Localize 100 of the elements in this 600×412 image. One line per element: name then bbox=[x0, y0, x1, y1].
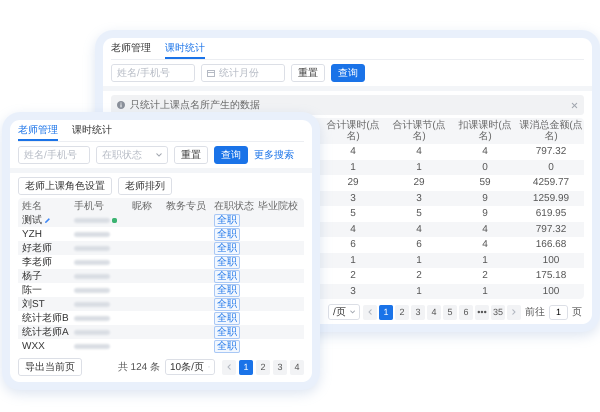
page-size-select[interactable]: /页 bbox=[328, 304, 360, 320]
table-cell-text: 9 bbox=[481, 192, 489, 206]
redacted-block bbox=[74, 330, 110, 334]
status-tag: 全职 bbox=[214, 284, 240, 296]
previous-page-button[interactable] bbox=[222, 360, 236, 374]
column-header: 课消总金额(点名) bbox=[518, 120, 584, 142]
page-button[interactable]: 5 bbox=[443, 304, 457, 320]
table-cell-text: 1259.99 bbox=[532, 192, 570, 206]
tab[interactable]: 课时统计 bbox=[165, 38, 205, 59]
column-header: 手机号 bbox=[74, 200, 105, 212]
table-cell-text: 1 bbox=[415, 160, 423, 175]
table-cell-text: 2 bbox=[349, 269, 357, 284]
tab[interactable]: 老师管理 bbox=[18, 120, 58, 141]
table-cell-text: 5 bbox=[349, 207, 357, 222]
table-cell-text: 1 bbox=[415, 254, 423, 268]
status-tag: 全职 bbox=[214, 256, 240, 268]
table-cell-text: 100 bbox=[542, 254, 560, 268]
status-tag: 全职 bbox=[214, 340, 240, 352]
column-header: 合计课节(点名) bbox=[391, 120, 447, 142]
redacted-block bbox=[74, 232, 110, 236]
goto-page-field[interactable]: 1 bbox=[549, 304, 568, 320]
table-cell-text: 4 bbox=[349, 222, 357, 237]
column-header: 教务专员 bbox=[166, 200, 207, 212]
table-cell-text: 0 bbox=[481, 160, 489, 175]
table-cell-text: 1 bbox=[415, 284, 423, 299]
query-button[interactable]: 查询 bbox=[214, 146, 248, 164]
page-button[interactable]: 3 bbox=[273, 360, 287, 374]
table-cell-text: 4 bbox=[349, 145, 357, 160]
table-cell-text: 2 bbox=[415, 269, 423, 284]
page-suffix: 页 bbox=[572, 306, 582, 319]
table-cell-text: 杨子 bbox=[22, 270, 42, 283]
table-cell-text: 4 bbox=[415, 222, 423, 237]
previous-page-button[interactable] bbox=[363, 304, 377, 320]
name-search-field[interactable]: 姓名/手机号 bbox=[18, 146, 90, 164]
redacted-block bbox=[74, 302, 110, 306]
status-tag: 全职 bbox=[214, 228, 240, 240]
table-cell-text: 175.18 bbox=[534, 269, 568, 284]
table-cell-text: 797.32 bbox=[534, 145, 568, 160]
page-button[interactable]: 6 bbox=[459, 304, 473, 320]
column-header: 姓名 bbox=[22, 200, 43, 212]
page-size-select[interactable]: 10条/页 bbox=[165, 359, 215, 375]
tab[interactable]: 课时统计 bbox=[72, 120, 112, 141]
page-button[interactable]: 2 bbox=[395, 304, 409, 320]
table-cell-text: 3 bbox=[415, 192, 423, 206]
chevron-left-icon bbox=[227, 364, 231, 370]
table-cell-text: 测试 bbox=[22, 214, 42, 227]
pencil-icon[interactable] bbox=[44, 216, 51, 224]
page-button[interactable]: 3 bbox=[411, 304, 425, 320]
status-tag: 全职 bbox=[214, 298, 240, 310]
page-button[interactable]: ••• bbox=[475, 304, 489, 320]
reset-button[interactable]: 重置 bbox=[174, 146, 208, 164]
table-cell-text: 3 bbox=[349, 284, 357, 299]
table-cell-text: 1 bbox=[481, 284, 489, 299]
page-button[interactable]: 4 bbox=[290, 360, 304, 374]
export-button[interactable]: 导出当前页 bbox=[18, 358, 82, 376]
table-cell-text: 9 bbox=[481, 207, 489, 222]
redacted-block bbox=[74, 218, 110, 222]
action-button[interactable]: 老师上课角色设置 bbox=[18, 177, 112, 195]
page-button[interactable]: 4 bbox=[427, 304, 441, 320]
info-icon bbox=[117, 101, 125, 109]
table-cell-text: 6 bbox=[349, 238, 357, 252]
chevron-right-icon bbox=[512, 309, 516, 315]
status-tag: 全职 bbox=[214, 326, 240, 338]
table-cell-text: 6 bbox=[415, 238, 423, 252]
table-cell: YZH bbox=[22, 228, 42, 240]
table-cell-text: 1 bbox=[481, 254, 489, 268]
next-page-button[interactable] bbox=[507, 304, 521, 320]
redacted-block bbox=[74, 288, 110, 292]
table-cell-text: 29 bbox=[346, 176, 360, 190]
page-button[interactable]: 1 bbox=[239, 360, 253, 374]
total-count: 共 124 条 bbox=[118, 360, 160, 374]
table-cell-text: 59 bbox=[478, 176, 492, 190]
status-tag: 全职 bbox=[214, 214, 240, 226]
column-header: 扣课课时(点名) bbox=[457, 120, 513, 142]
column-header: 昵称 bbox=[132, 200, 153, 212]
close-icon[interactable] bbox=[571, 102, 578, 108]
action-button[interactable]: 老师排列 bbox=[118, 177, 172, 195]
table-cell-text: 3 bbox=[349, 192, 357, 206]
chevron-down-icon bbox=[156, 153, 162, 157]
table-cell-text: 统计老师B bbox=[22, 312, 69, 325]
more-search-link[interactable]: 更多搜索 bbox=[254, 148, 294, 162]
table-cell-text: 797.32 bbox=[534, 222, 568, 237]
table-cell-text: 4 bbox=[415, 145, 423, 160]
status-tag: 全职 bbox=[214, 242, 240, 254]
table-cell-text: 166.68 bbox=[534, 238, 568, 252]
table-cell-text: 1 bbox=[349, 160, 357, 175]
page-button[interactable]: 2 bbox=[256, 360, 270, 374]
query-button[interactable]: 查询 bbox=[331, 64, 365, 82]
goto-label: 前往 bbox=[525, 306, 545, 319]
redacted-block bbox=[74, 274, 110, 278]
page-button[interactable]: 35 bbox=[491, 304, 505, 320]
status-tag: 全职 bbox=[214, 270, 240, 282]
table-cell-text: 5 bbox=[415, 207, 423, 222]
tab[interactable]: 老师管理 bbox=[111, 38, 151, 59]
name-search-field[interactable]: 姓名/手机号 bbox=[111, 64, 195, 82]
reset-button[interactable]: 重置 bbox=[291, 64, 325, 82]
page-button[interactable]: 1 bbox=[379, 304, 393, 320]
table-cell-text: 李老师 bbox=[22, 256, 52, 269]
notice-text: 只统计上课点名所产生的数据 bbox=[130, 98, 261, 112]
table-cell-text: 4 bbox=[481, 145, 489, 160]
